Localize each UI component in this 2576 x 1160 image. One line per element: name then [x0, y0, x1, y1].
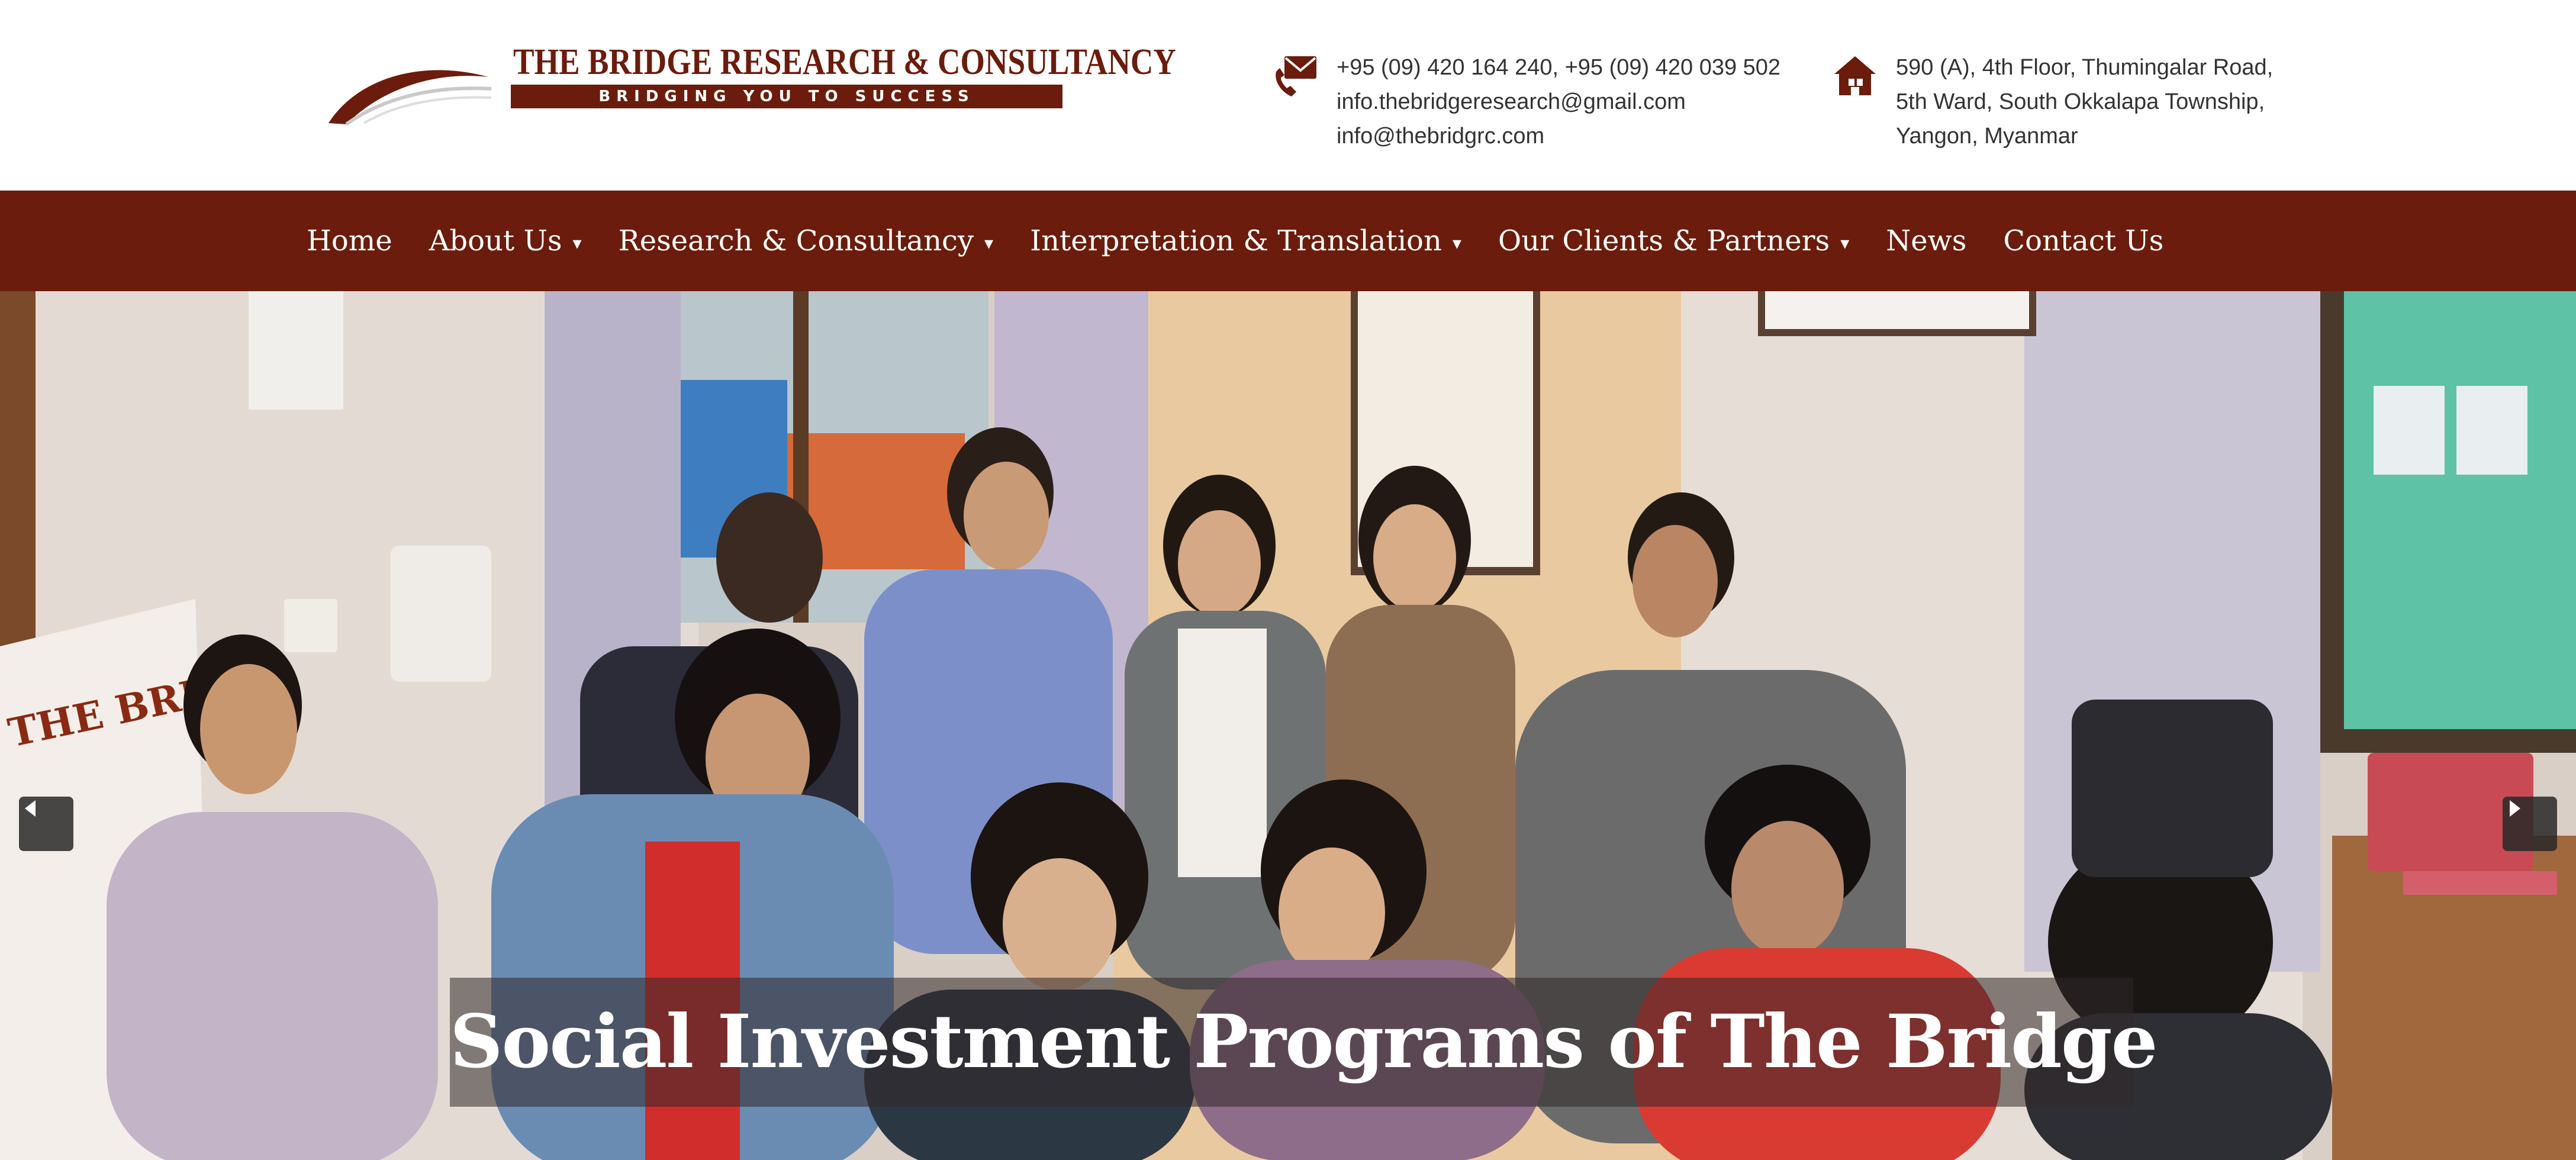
nav-item-label: About Us: [429, 224, 562, 257]
address-lines: 590 (A), 4th Floor, Thumingalar Road, 5t…: [1896, 50, 2273, 153]
chevron-right-icon: [2510, 800, 2520, 817]
slide-caption: Social Investment Programs of The Bridge: [450, 978, 2158, 1107]
caret-down-icon: ▾: [1452, 233, 1461, 254]
phone-numbers[interactable]: +95 (09) 420 164 240, +95 (09) 420 039 5…: [1337, 50, 1780, 85]
slider-next-button[interactable]: [2503, 797, 2557, 851]
hero-slider: THE BRIDGE Social Investment Programs of…: [0, 291, 2576, 1160]
brand-name: THE BRIDGE RESEARCH & CONSULTANCY: [513, 42, 1176, 82]
slider-prev-button[interactable]: [19, 797, 73, 851]
bridge-logo-icon: [329, 70, 492, 126]
nav-item-research-consultancy[interactable]: Research & Consultancy ▾: [619, 224, 994, 257]
nav-item-label: Interpretation & Translation: [1030, 224, 1442, 257]
caret-down-icon: ▾: [572, 233, 582, 254]
email-site[interactable]: info@thebridgrc.com: [1337, 119, 1780, 153]
caret-down-icon: ▾: [984, 233, 994, 254]
nav-item-about-us[interactable]: About Us ▾: [429, 224, 582, 257]
contact-lines: +95 (09) 420 164 240, +95 (09) 420 039 5…: [1337, 50, 1780, 153]
nav-item-label: Research & Consultancy: [618, 224, 974, 257]
house-icon: [1834, 56, 1876, 95]
nav-item-label: Our Clients & Partners: [1498, 224, 1830, 257]
address-line-2: 5th Ward, South Okkalapa Township,: [1896, 89, 2265, 114]
slide-caption-text: Social Investment Programs of The Bridge: [450, 999, 2158, 1085]
brand-tagline: BRIDGING YOU TO SUCCESS: [511, 85, 1062, 108]
envelope-phone-icon: [1276, 56, 1316, 96]
address-line-3: Yangon, Myanmar: [1896, 124, 2078, 149]
main-nav: Home About Us ▾ Research & Consultancy ▾…: [0, 191, 2576, 291]
caret-down-icon: ▾: [1840, 233, 1850, 254]
nav-list: Home About Us ▾ Research & Consultancy ▾…: [307, 191, 2200, 291]
nav-item-home[interactable]: Home: [307, 224, 392, 257]
nav-item-contact-us[interactable]: Contact Us: [2003, 224, 2163, 257]
nav-item-clients-partners[interactable]: Our Clients & Partners ▾: [1498, 224, 1849, 257]
nav-item-news[interactable]: News: [1886, 224, 1966, 257]
nav-item-interpretation-translation[interactable]: Interpretation & Translation ▾: [1030, 224, 1461, 257]
nav-item-label: Contact Us: [2003, 224, 2164, 257]
nav-item-label: Home: [307, 224, 392, 257]
chevron-left-icon: [25, 800, 36, 817]
nav-item-label: News: [1886, 224, 1967, 257]
address-line-1: 590 (A), 4th Floor, Thumingalar Road,: [1896, 55, 2274, 80]
email-gmail[interactable]: info.thebridgeresearch@gmail.com: [1337, 85, 1780, 119]
site-header: THE BRIDGE RESEARCH & CONSULTANCY BRIDGI…: [0, 0, 2576, 191]
site-logo[interactable]: THE BRIDGE RESEARCH & CONSULTANCY BRIDGI…: [323, 41, 1176, 130]
